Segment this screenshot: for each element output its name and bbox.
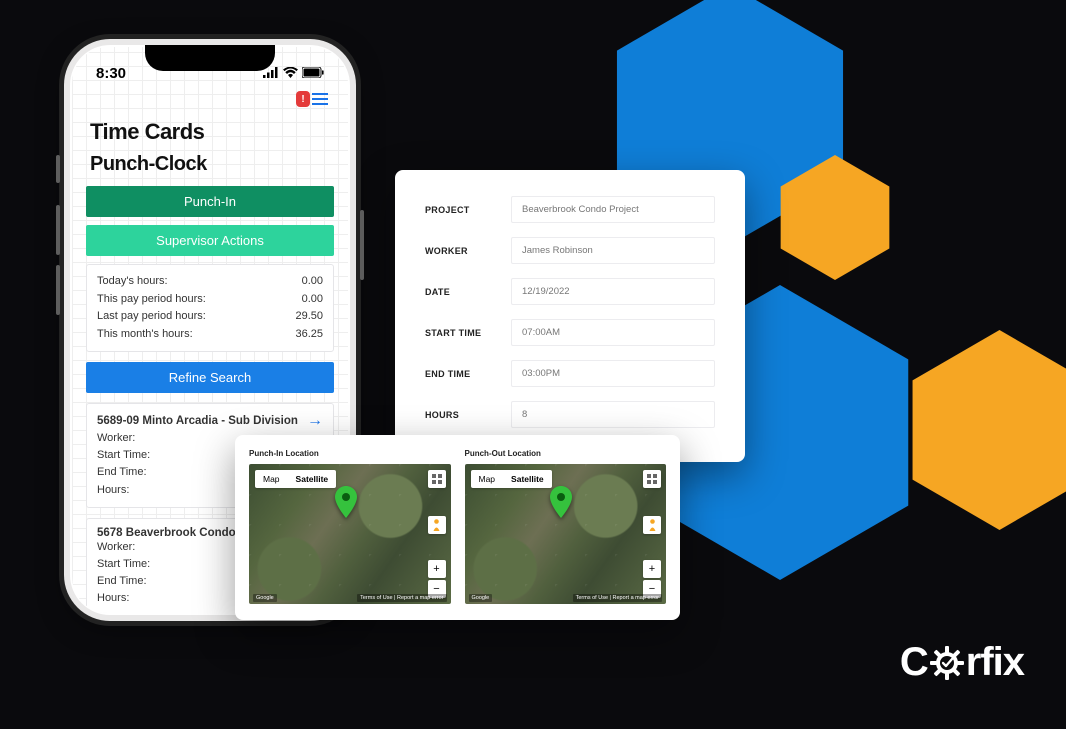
map-type-toggle[interactable]: Map Satellite: [255, 470, 336, 488]
summary-label: Last pay period hours:: [97, 308, 206, 326]
map-title-out: Punch-Out Location: [465, 449, 667, 458]
status-time: 8:30: [96, 65, 126, 82]
form-label-end: END TIME: [425, 369, 497, 379]
page-title: Time Cards: [90, 119, 330, 145]
map-mode-map[interactable]: Map: [255, 470, 288, 488]
menu-icon[interactable]: [312, 91, 328, 109]
timecard-form-card: PROJECT Beaverbrook Condo Project WORKER…: [395, 170, 745, 462]
form-label-project: PROJECT: [425, 205, 497, 215]
entry-label: End Time:: [97, 464, 147, 481]
fullscreen-icon[interactable]: [643, 470, 661, 488]
phone-side-button: [56, 155, 60, 183]
status-icons: [263, 66, 324, 81]
battery-icon: [302, 66, 324, 81]
map-attribution: Google: [253, 594, 277, 602]
page-subtitle: Punch-Clock: [90, 153, 330, 176]
map-type-toggle[interactable]: Map Satellite: [471, 470, 552, 488]
summary-value: 0.00: [302, 273, 323, 291]
end-time-field[interactable]: 03:00PM: [511, 360, 715, 387]
summary-value: 0.00: [302, 291, 323, 309]
zoom-in-button[interactable]: +: [643, 560, 661, 578]
punch-out-map-column: Punch-Out Location Map Satellite + − Goo…: [465, 449, 667, 604]
entry-label: End Time:: [97, 573, 147, 590]
form-label-date: DATE: [425, 287, 497, 297]
entry-label: Hours:: [97, 482, 129, 499]
logo-text-post: rfix: [966, 640, 1024, 685]
refine-search-button[interactable]: Refine Search: [86, 362, 334, 393]
map-pin-icon: [335, 486, 357, 523]
punch-out-map[interactable]: Map Satellite + − Google Terms of Use | …: [465, 464, 667, 604]
hours-summary-card: Today's hours: 0.00 This pay period hours…: [86, 264, 334, 352]
entry-label: Start Time:: [97, 447, 150, 464]
gear-icon: [930, 646, 964, 680]
decor-hex-orange-2: [912, 330, 1066, 530]
summary-value: 29.50: [295, 308, 323, 326]
form-label-hours: HOURS: [425, 410, 497, 420]
wifi-icon: [283, 66, 298, 81]
date-field[interactable]: 12/19/2022: [511, 278, 715, 305]
map-title-in: Punch-In Location: [249, 449, 451, 458]
supervisor-actions-button[interactable]: Supervisor Actions: [86, 225, 334, 256]
decor-hex-orange-1: [780, 155, 890, 280]
entry-label: Start Time:: [97, 556, 150, 573]
streetview-icon[interactable]: [428, 516, 446, 534]
map-mode-satellite[interactable]: Satellite: [503, 470, 552, 488]
entry-title: 5689-09 Minto Arcadia - Sub Division: [97, 415, 298, 427]
phone-side-button: [56, 265, 60, 315]
phone-side-button: [56, 205, 60, 255]
zoom-in-button[interactable]: +: [428, 560, 446, 578]
alert-badge[interactable]: !: [296, 91, 310, 107]
punch-in-map-column: Punch-In Location Map Satellite + − Goog…: [249, 449, 451, 604]
project-field[interactable]: Beaverbrook Condo Project: [511, 196, 715, 223]
summary-label: Today's hours:: [97, 273, 168, 291]
entry-label: Worker:: [97, 539, 135, 556]
fullscreen-icon[interactable]: [428, 470, 446, 488]
location-maps-card: Punch-In Location Map Satellite + − Goog…: [235, 435, 680, 620]
map-pin-icon: [550, 486, 572, 523]
map-mode-map[interactable]: Map: [471, 470, 504, 488]
header-actions: !: [86, 89, 334, 117]
hours-field[interactable]: 8: [511, 401, 715, 428]
arrow-right-icon[interactable]: →: [307, 412, 323, 430]
map-legal: Terms of Use | Report a map error: [573, 594, 662, 602]
worker-field[interactable]: James Robinson: [511, 237, 715, 264]
map-legal: Terms of Use | Report a map error: [357, 594, 446, 602]
map-mode-satellite[interactable]: Satellite: [288, 470, 337, 488]
streetview-icon[interactable]: [643, 516, 661, 534]
form-label-worker: WORKER: [425, 246, 497, 256]
form-label-start: START TIME: [425, 328, 497, 338]
entry-label: Worker:: [97, 430, 135, 447]
phone-side-button: [360, 210, 364, 280]
entry-label: Hours:: [97, 590, 129, 607]
start-time-field[interactable]: 07:00AM: [511, 319, 715, 346]
summary-label: This month's hours:: [97, 326, 193, 344]
punch-in-button[interactable]: Punch-In: [86, 186, 334, 217]
logo-text-pre: C: [900, 640, 928, 685]
summary-value: 36.25: [295, 326, 323, 344]
punch-in-map[interactable]: Map Satellite + − Google Terms of Use | …: [249, 464, 451, 604]
brand-logo: C rfix: [900, 640, 1024, 685]
map-attribution: Google: [469, 594, 493, 602]
summary-label: This pay period hours:: [97, 291, 206, 309]
phone-notch: [145, 45, 275, 71]
